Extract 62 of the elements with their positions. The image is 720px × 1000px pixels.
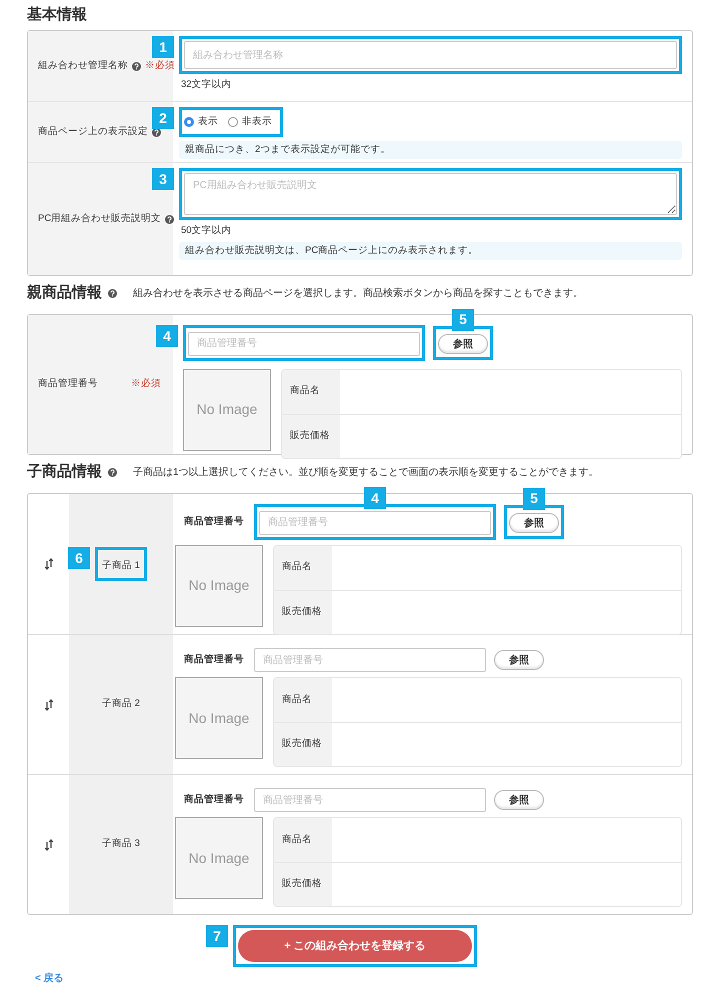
no-image-text: No Image: [188, 576, 250, 595]
section-title: 子商品情報: [27, 462, 102, 482]
radio-button[interactable]: [228, 117, 238, 127]
browse-button[interactable]: 参照: [494, 650, 544, 670]
radio-label: 非表示: [242, 114, 272, 129]
field-label: 商品名: [274, 678, 332, 722]
radio-option[interactable]: 非表示: [228, 114, 272, 130]
child-label: 子商品 2: [101, 697, 141, 712]
input-field[interactable]: 商品管理番号: [259, 510, 491, 534]
field-label: 商品名: [282, 370, 340, 414]
input-field[interactable]: 組み合わせ管理名称: [184, 41, 677, 69]
callout-badge: 2: [152, 107, 174, 129]
callout-badge: 4: [156, 325, 178, 347]
browse-button[interactable]: 参照: [438, 334, 488, 354]
field-label: 販売価格: [282, 414, 340, 458]
field-label: 商品管理番号: [184, 792, 244, 807]
hint-text: 50文字以内: [180, 224, 233, 238]
info-note: 組み合わせ販売説明文は、PC商品ページ上にのみ表示されます。: [179, 242, 682, 260]
field-label: 販売価格: [274, 723, 332, 766]
callout-badge: 1: [152, 36, 174, 58]
required-label: ※必須: [145, 58, 175, 73]
section-description: 子商品は1つ以上選択してください。並び順を変更することで画面の表示順を変更することができます。: [133, 466, 599, 480]
radio-button[interactable]: [184, 117, 194, 127]
sort-icon[interactable]: [44, 838, 54, 850]
input-field[interactable]: 商品管理番号: [254, 648, 486, 672]
browse-button[interactable]: 参照: [494, 790, 544, 810]
callout-badge: 7: [206, 925, 228, 947]
field-label: 商品ページ上の表示設定: [38, 124, 148, 139]
field-label: 組み合わせ管理名称: [38, 58, 128, 73]
field-label: 販売価格: [274, 590, 332, 634]
section-title: 基本情報: [27, 4, 87, 25]
sort-icon[interactable]: [44, 558, 54, 570]
section-title: 親商品情報: [27, 282, 102, 303]
callout-badge: 3: [152, 168, 174, 190]
child-label: 子商品 1: [101, 560, 141, 571]
field-label: PC用組み合わせ販売説明文: [38, 212, 162, 226]
required-label: ※必須: [131, 377, 161, 392]
field-label: 商品管理番号: [184, 514, 244, 529]
input-field[interactable]: 商品管理番号: [254, 788, 486, 812]
radio-option[interactable]: 表示: [184, 114, 218, 130]
callout-badge: 4: [364, 487, 386, 509]
field-label: 商品管理番号: [38, 377, 98, 392]
no-image-text: No Image: [188, 848, 250, 868]
field-label: 商品名: [274, 818, 332, 862]
radio-label: 表示: [198, 114, 218, 129]
callout-badge: 6: [68, 547, 90, 569]
child-label: 子商品 3: [101, 837, 141, 852]
section-description: 組み合わせを表示させる商品ページを選択します。商品検索ボタンから商品を探すこともできます。: [133, 286, 583, 300]
info-note: 親商品につき、2つまで表示設定が可能です。: [179, 141, 682, 159]
hint-text: 32文字以内: [180, 78, 233, 92]
browse-button[interactable]: 参照: [509, 513, 559, 534]
sort-icon[interactable]: [44, 698, 54, 710]
text-area[interactable]: PC用組み合わせ販売説明文: [184, 173, 677, 215]
no-image-text: No Image: [196, 400, 258, 419]
input-field[interactable]: 商品管理番号: [188, 332, 420, 356]
callout-badge: 5: [452, 308, 474, 331]
field-label: 販売価格: [274, 863, 332, 906]
no-image-text: No Image: [188, 708, 250, 728]
callout-badge: 5: [523, 488, 545, 510]
field-label: 商品管理番号: [184, 652, 244, 667]
register-button[interactable]: + この組み合わせを登録する: [238, 930, 472, 962]
field-label: 商品名: [274, 546, 332, 590]
